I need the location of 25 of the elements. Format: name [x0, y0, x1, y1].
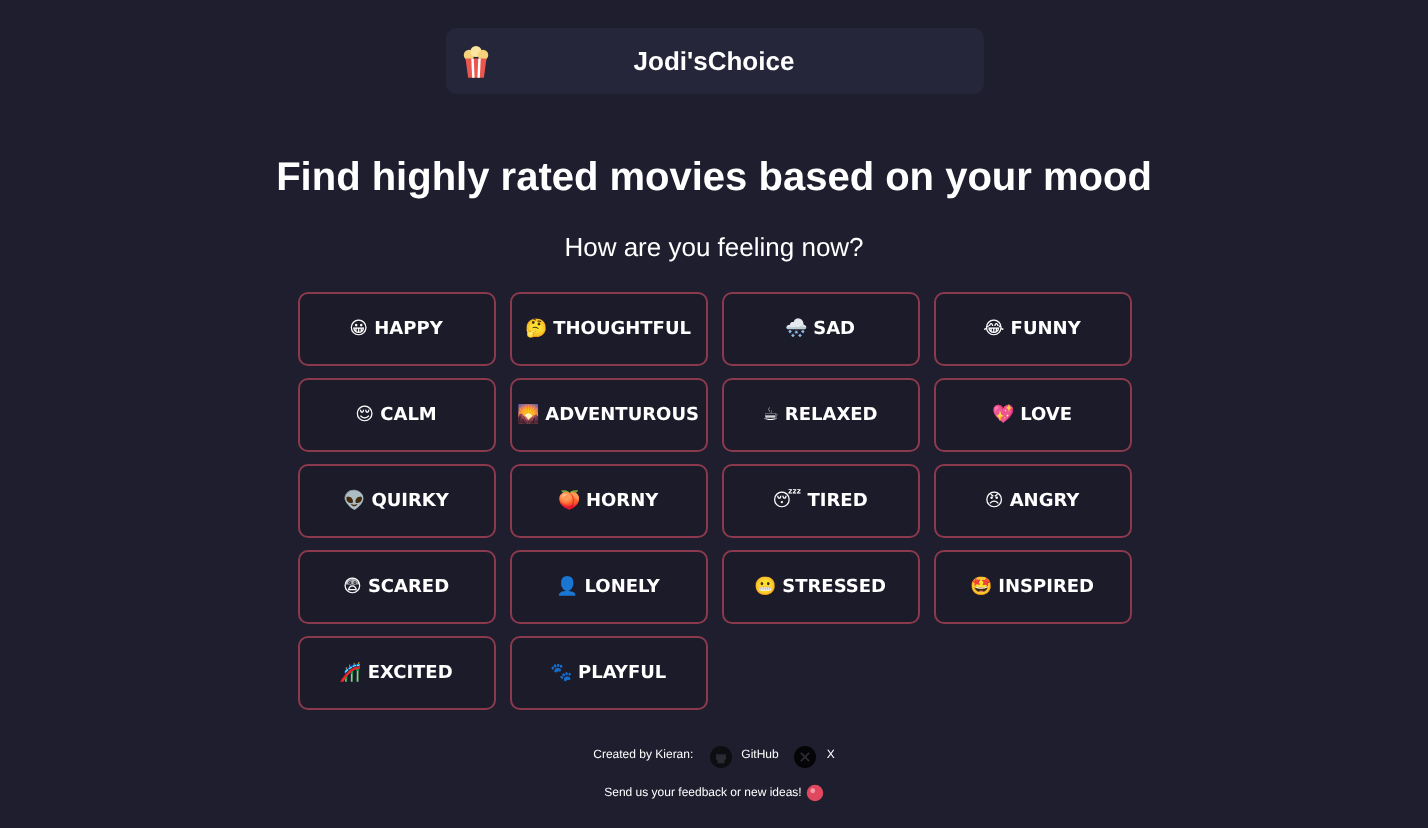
- mood-button[interactable]: 😨 SCARED: [297, 550, 495, 624]
- mood-button[interactable]: 😠 ANGRY: [933, 464, 1131, 538]
- mood-button[interactable]: 🐾 PLAYFUL: [509, 636, 707, 710]
- mood-button[interactable]: 🤔 THOUGHTFUL: [509, 292, 707, 366]
- popcorn-icon: [461, 43, 489, 79]
- github-icon[interactable]: [709, 745, 732, 767]
- mood-button[interactable]: 😌 CALM: [297, 378, 495, 452]
- ball-icon: [805, 784, 824, 802]
- mood-button[interactable]: ☕ RELAXED: [721, 378, 919, 452]
- mood-button[interactable]: 😬 STRESSED: [721, 550, 919, 624]
- page-heading: Find highly rated movies based on your mood: [276, 154, 1152, 202]
- mood-button[interactable]: 🎢 EXCITED: [297, 636, 495, 710]
- app-title: Jodi'sChoice: [631, 46, 797, 76]
- mood-button[interactable]: 👽 QUIRKY: [297, 464, 495, 538]
- mood-button[interactable]: 🍑 HORNY: [509, 464, 707, 538]
- x-logo-icon[interactable]: [794, 745, 817, 767]
- mood-button[interactable]: 👤 LONELY: [509, 550, 707, 624]
- mood-button[interactable]: 😴 TIRED: [721, 464, 919, 538]
- mood-button[interactable]: 🌄 ADVENTUROUS: [509, 378, 707, 452]
- mood-button[interactable]: 🌨 SAD: [721, 292, 919, 366]
- mood-button[interactable]: 💖 LOVE: [933, 378, 1131, 452]
- mood-button[interactable]: 🤩 INSPIRED: [933, 550, 1131, 624]
- mood-question: How are you feeling now?: [564, 232, 864, 264]
- mood-button[interactable]: 😀 HAPPY: [297, 292, 495, 366]
- mood-button[interactable]: 😂 FUNNY: [933, 292, 1131, 366]
